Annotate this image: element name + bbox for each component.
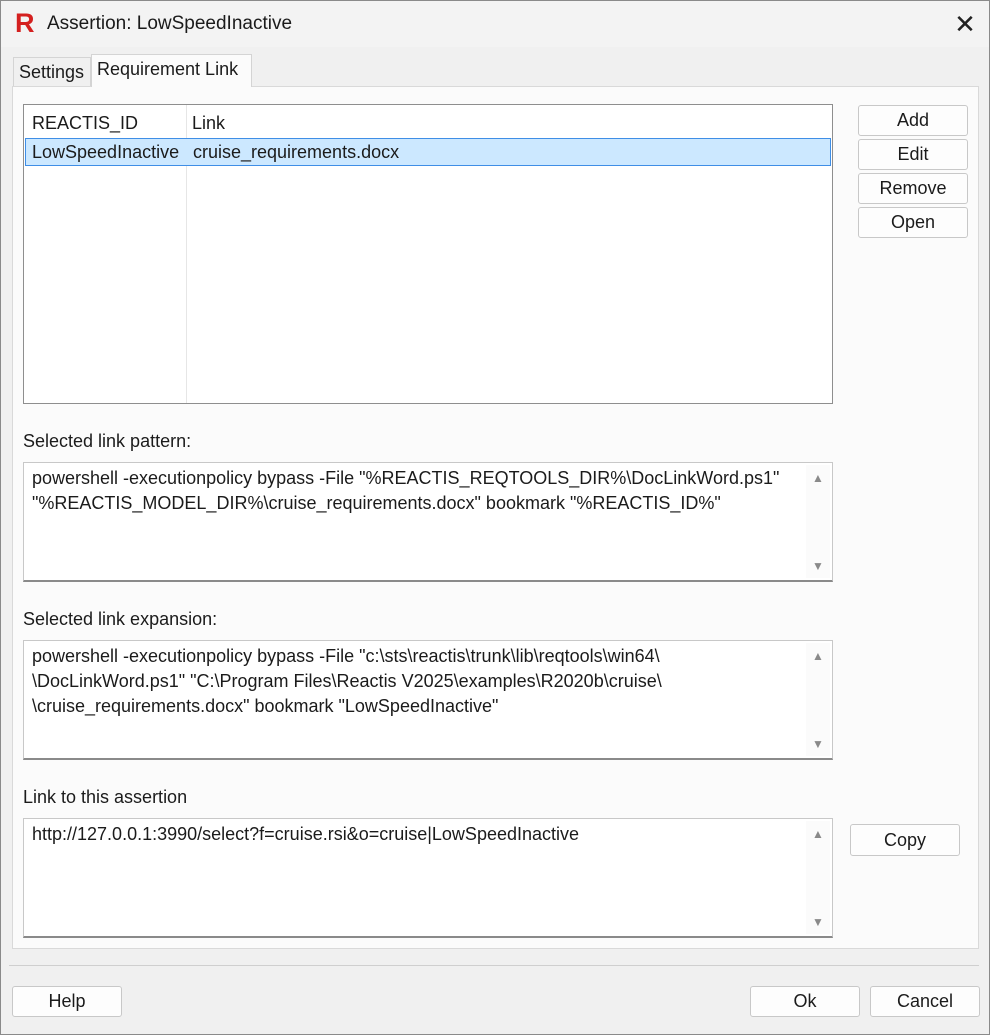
assertion-link-field[interactable]: http://127.0.0.1:3990/select?f=cruise.rs… [23, 818, 833, 938]
assertion-link-scrollbar[interactable]: ▲ ▼ [806, 821, 830, 934]
tab-settings[interactable]: Settings [13, 57, 91, 87]
close-icon: ✕ [954, 8, 976, 39]
requirement-table[interactable]: REACTIS_ID Link LowSpeedInactive cruise_… [23, 104, 833, 404]
remove-button[interactable]: Remove [858, 173, 968, 204]
pattern-text[interactable]: powershell -executionpolicy bypass -File… [32, 466, 802, 516]
pattern-scrollbar[interactable]: ▲ ▼ [806, 465, 830, 578]
cell-link: cruise_requirements.docx [193, 142, 400, 162]
edit-button[interactable]: Edit [858, 139, 968, 170]
help-button[interactable]: Help [12, 986, 122, 1017]
tab-requirement-link[interactable]: Requirement Link [91, 54, 252, 87]
reactis-logo-icon: R [15, 8, 35, 38]
column-header-link[interactable]: Link [192, 113, 225, 134]
scroll-down-icon[interactable]: ▼ [812, 916, 824, 928]
cancel-button[interactable]: Cancel [870, 986, 980, 1017]
assertion-link-label: Link to this assertion [23, 787, 188, 807]
assertion-link-text[interactable]: http://127.0.0.1:3990/select?f=cruise.rs… [32, 822, 802, 847]
expansion-scrollbar[interactable]: ▲ ▼ [806, 643, 830, 756]
add-button[interactable]: Add [858, 105, 968, 136]
pattern-label: Selected link pattern: [23, 431, 192, 451]
cell-reactis-id: LowSpeedInactive [32, 142, 180, 162]
scroll-down-icon[interactable]: ▼ [812, 560, 824, 572]
ok-button[interactable]: Ok [750, 986, 860, 1017]
expansion-text[interactable]: powershell -executionpolicy bypass -File… [32, 644, 802, 719]
close-button[interactable]: ✕ [941, 1, 989, 47]
expansion-label: Selected link expansion: [23, 609, 218, 629]
scroll-up-icon[interactable]: ▲ [812, 650, 824, 662]
window-title: Assertion: LowSpeedInactive [47, 13, 293, 34]
copy-button[interactable]: Copy [850, 824, 960, 856]
assertion-dialog: R Assertion: LowSpeedInactive ✕ Settings… [0, 0, 990, 1035]
scroll-up-icon[interactable]: ▲ [812, 828, 824, 840]
column-header-reactis-id[interactable]: REACTIS_ID [32, 113, 138, 134]
title-bar: R Assertion: LowSpeedInactive ✕ [1, 1, 989, 47]
pattern-field[interactable]: powershell -executionpolicy bypass -File… [23, 462, 833, 582]
open-button[interactable]: Open [858, 207, 968, 238]
table-row[interactable]: LowSpeedInactive cruise_requirements.doc… [25, 138, 831, 166]
expansion-field[interactable]: powershell -executionpolicy bypass -File… [23, 640, 833, 760]
scroll-up-icon[interactable]: ▲ [812, 472, 824, 484]
footer-divider [9, 965, 979, 966]
scroll-down-icon[interactable]: ▼ [812, 738, 824, 750]
